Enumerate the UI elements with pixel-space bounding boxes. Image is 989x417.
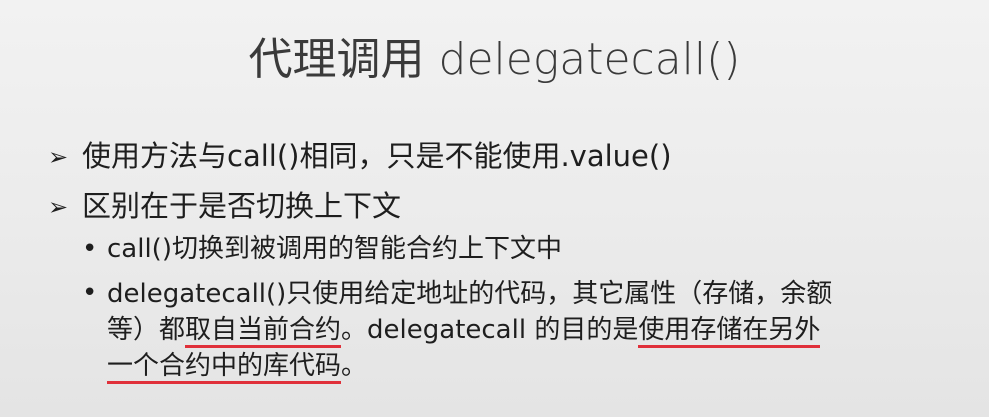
text-line: 等）都取自当前合约。delegatecall 的目的是使用存储在另外 (107, 312, 947, 348)
bullet-text: 区别在于是否切换上下文 (82, 189, 402, 223)
text-segment: 。 (341, 351, 368, 381)
bullet-item: ➢ 区别在于是否切换上下文 (48, 186, 401, 227)
bullet-text: 使用方法与call()相同，只是不能使用.value() (82, 139, 672, 173)
sub-bullet-text: call()切换到被调用的智能合约上下文中 (107, 234, 562, 264)
slide-title: 代理调用 delegatecall() (248, 34, 741, 85)
dot-bullet-icon: • (82, 234, 98, 264)
arrow-bullet-icon: ➢ (48, 193, 69, 221)
bullet-item: ➢ 使用方法与call()相同，只是不能使用.value() (48, 136, 672, 177)
underlined-text: 使用存储在另外 (638, 315, 821, 348)
text-line: 一个合约中的库代码。 (107, 348, 947, 384)
sub-bullet-item: • call()切换到被调用的智能合约上下文中 (82, 232, 962, 266)
slide: 代理调用 delegatecall() ➢ 使用方法与call()相同，只是不能使… (0, 0, 989, 417)
text-segment: 。delegatecall 的目的是 (341, 315, 639, 345)
text-line: delegatecall()只使用给定地址的代码，其它属性（存储，余额 (107, 279, 833, 309)
underlined-text: 取自当前合约 (185, 315, 342, 348)
arrow-bullet-icon: ➢ (48, 143, 69, 171)
sub-bullet-item: • delegatecall()只使用给定地址的代码，其它属性（存储，余额 等）… (82, 276, 962, 386)
dot-bullet-icon: • (82, 278, 98, 308)
text-segment: 等）都 (107, 315, 186, 345)
sub-bullet-text: delegatecall()只使用给定地址的代码，其它属性（存储，余额 等）都取… (107, 276, 947, 384)
underlined-text: 一个合约中的库代码 (107, 351, 342, 384)
